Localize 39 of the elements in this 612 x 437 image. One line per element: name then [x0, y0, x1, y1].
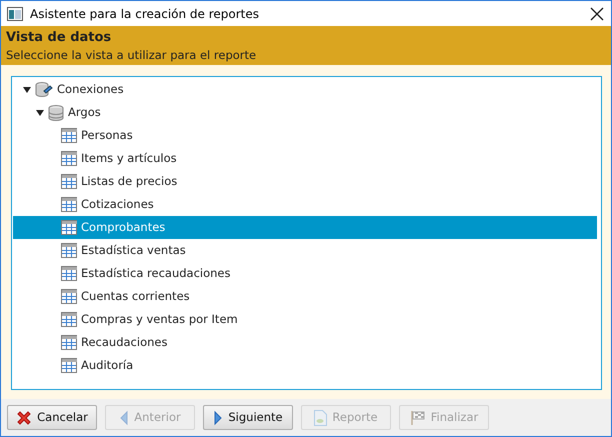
tree-item[interactable]: Estadística recaudaciones: [13, 262, 597, 285]
tree-item[interactable]: Recaudaciones: [13, 331, 597, 354]
tree-item[interactable]: Items y artículos: [13, 147, 597, 170]
flag-icon: [410, 410, 426, 426]
window-title: Asistente para la creación de reportes: [30, 6, 260, 22]
close-icon[interactable]: [589, 6, 605, 22]
table-icon: [61, 128, 77, 143]
connections-icon: [35, 80, 53, 98]
wizard-button[interactable]: Siguiente: [203, 405, 293, 430]
cancel-icon: [16, 410, 32, 426]
page-title: Vista de datos: [6, 29, 112, 47]
tree-item[interactable]: Argos: [13, 101, 597, 124]
table-icon: [61, 289, 77, 304]
collapse-arrow-icon[interactable]: [36, 108, 44, 116]
tree-item[interactable]: Cuentas corrientes: [13, 285, 597, 308]
app-icon: [7, 6, 23, 20]
table-icon: [61, 312, 77, 327]
wizard-button[interactable]: Cancelar: [7, 405, 97, 430]
tree-item[interactable]: Conexiones: [13, 78, 597, 101]
tree-item[interactable]: Auditoría: [13, 354, 597, 377]
database-icon: [48, 104, 64, 122]
table-icon: [61, 197, 77, 212]
table-icon: [61, 151, 77, 166]
tree-item[interactable]: Listas de precios: [13, 170, 597, 193]
table-icon: [61, 358, 77, 373]
table-icon: [61, 174, 77, 189]
tree-item[interactable]: Estadística ventas: [13, 239, 597, 262]
table-icon: [61, 266, 77, 281]
back-arrow-icon: [119, 410, 130, 426]
tree-item[interactable]: Compras y ventas por Item: [13, 308, 597, 331]
tree-item[interactable]: Personas: [13, 124, 597, 147]
page-subtitle: Seleccione la vista a utilizar para el reporte: [6, 47, 258, 63]
table-icon: [61, 243, 77, 258]
table-icon: [61, 335, 77, 350]
tree-item[interactable]: Cotizaciones: [13, 193, 597, 216]
next-arrow-icon: [213, 410, 224, 426]
collapse-arrow-icon[interactable]: [23, 86, 31, 94]
document-icon: [314, 410, 328, 426]
table-icon: [61, 220, 77, 235]
